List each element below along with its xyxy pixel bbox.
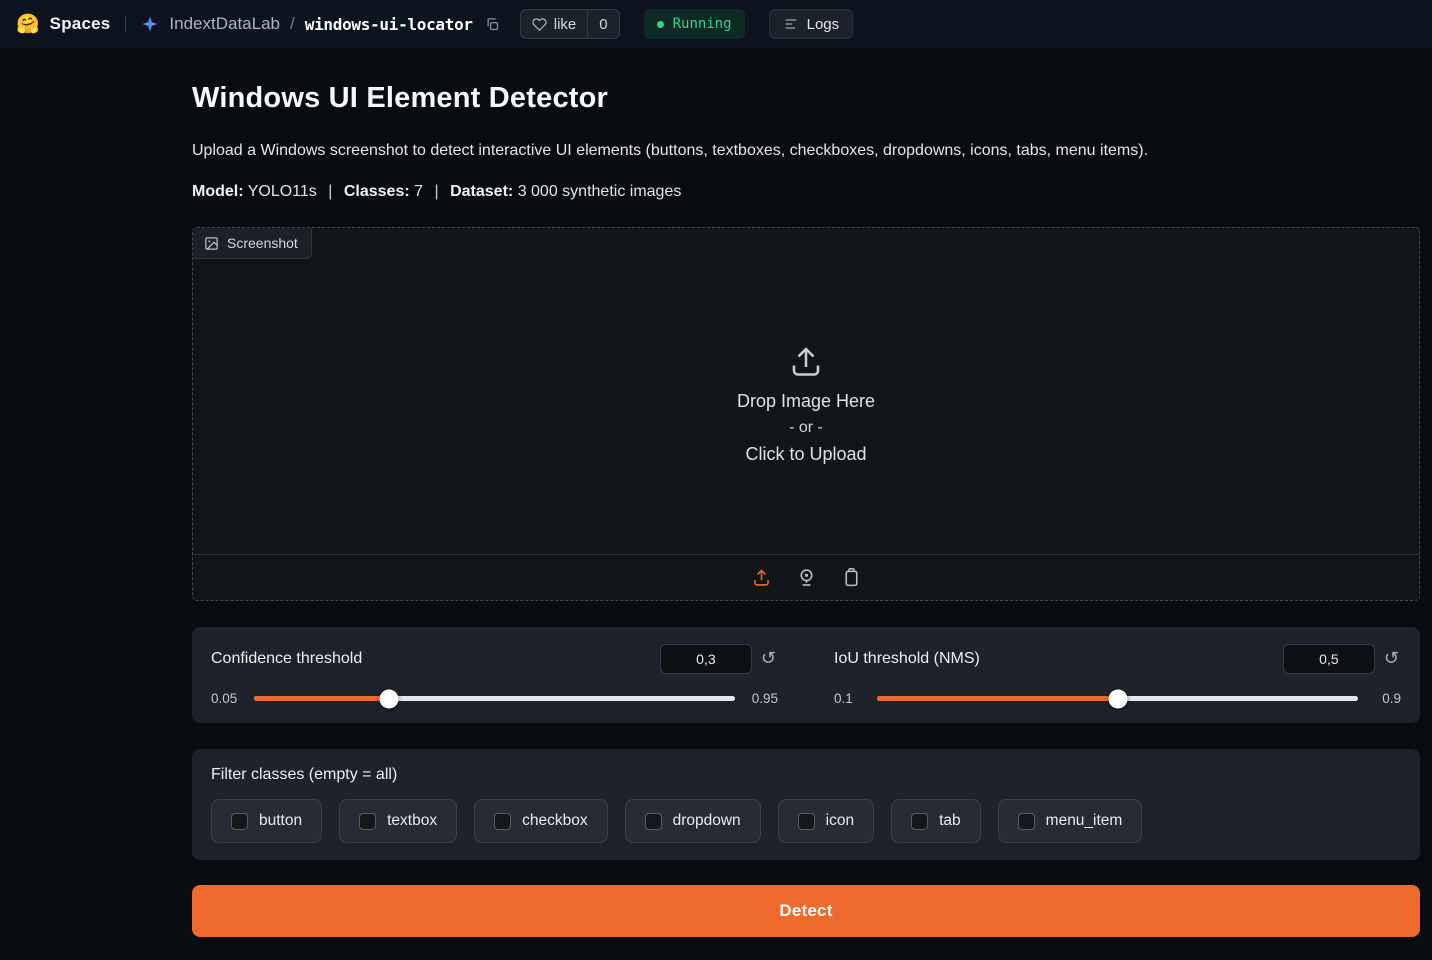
upload-dropzone[interactable]: Drop Image Here - or - Click to Upload (193, 228, 1419, 554)
confidence-max-label: 0.95 (751, 691, 778, 706)
checkbox-icon (231, 812, 248, 830)
main-content: Windows UI Element Detector Upload a Win… (192, 48, 1420, 937)
checkbox-icon (797, 812, 815, 830)
filter-option-dropdown[interactable]: dropdown (624, 799, 761, 843)
filter-option-label: menu_item (1045, 812, 1123, 829)
copy-icon[interactable] (483, 15, 502, 34)
reset-icon[interactable]: ↺ (759, 650, 778, 668)
drop-text: Drop Image Here (736, 391, 876, 411)
model-info-line: Model: YOLO11s | Classes: 7 | Dataset: 3… (192, 183, 1420, 201)
confidence-slider-block: Confidence threshold ↺ 0.05 0.95 (211, 644, 778, 708)
confidence-value-input[interactable] (659, 644, 752, 674)
slider-fill (877, 696, 1118, 701)
iou-max-label: 0.9 (1382, 691, 1401, 706)
filter-classes-label: Filter classes (empty = all) (211, 766, 398, 783)
meta-separator: | (434, 183, 439, 200)
spaces-brand-link[interactable]: Spaces (50, 14, 111, 34)
dataset-value: 3 000 synthetic images (517, 183, 682, 200)
checkbox-icon (644, 812, 662, 830)
confidence-slider-track[interactable] (254, 689, 735, 708)
filter-option-label: icon (825, 812, 855, 829)
filter-option-label: tab (939, 812, 961, 829)
model-value: YOLO11s (247, 183, 317, 200)
heart-icon (532, 17, 547, 32)
filter-classes-panel: Filter classes (empty = all) button text… (192, 749, 1420, 860)
header-divider (125, 16, 127, 32)
status-dot-icon (656, 20, 664, 28)
dataset-label: Dataset: (450, 183, 514, 200)
filter-option-label: dropdown (672, 812, 741, 829)
classes-value: 7 (414, 183, 424, 200)
status-label: Running (672, 16, 732, 32)
iou-min-label: 0.1 (834, 691, 853, 706)
path-separator: / (290, 14, 295, 33)
upload-icon (788, 343, 824, 379)
filter-option-checkbox[interactable]: checkbox (474, 799, 608, 843)
filter-option-button[interactable]: button (211, 799, 323, 843)
filter-option-textbox[interactable]: textbox (339, 799, 458, 843)
iou-slider-block: IoU threshold (NMS) ↺ 0.1 0.9 (834, 644, 1401, 708)
confidence-slider-handle[interactable] (379, 689, 399, 708)
filter-option-menu-item[interactable]: menu_item (997, 799, 1143, 843)
filter-option-label: textbox (387, 812, 438, 829)
org-link[interactable]: IndextDataLab (169, 14, 280, 34)
or-text: - or - (789, 419, 823, 436)
space-name-link[interactable]: windows-ui-locator (305, 15, 473, 34)
running-status-badge[interactable]: Running (643, 9, 745, 39)
iou-slider-handle[interactable] (1108, 689, 1127, 708)
like-widget: like 0 (519, 9, 620, 39)
confidence-min-label: 0.05 (211, 691, 238, 706)
slider-fill (254, 696, 389, 701)
upload-source-toolbar (193, 554, 1419, 600)
like-label: like (553, 15, 577, 33)
checkbox-icon (494, 812, 512, 830)
webcam-icon[interactable] (791, 563, 821, 593)
logs-button[interactable]: Logs (768, 9, 854, 39)
like-count[interactable]: 0 (587, 10, 618, 38)
confidence-slider-label: Confidence threshold (211, 650, 363, 667)
huggingface-logo[interactable]: 🤗 (16, 15, 40, 34)
checkbox-icon (911, 812, 929, 830)
page-description: Upload a Windows screenshot to detect in… (192, 142, 1149, 159)
logs-icon (783, 16, 799, 32)
page-title: Windows UI Element Detector (192, 82, 609, 114)
filter-options: button textbox checkbox dropdown icon ta… (211, 799, 1401, 843)
filter-option-tab[interactable]: tab (891, 799, 981, 843)
clipboard-paste-icon[interactable] (836, 563, 866, 593)
detect-button[interactable]: Detect (192, 885, 1420, 937)
checkbox-icon (1017, 812, 1035, 830)
thresholds-panel: Confidence threshold ↺ 0.05 0.95 IoU thr… (192, 627, 1420, 723)
iou-slider-label: IoU threshold (NMS) (834, 650, 980, 667)
logs-label: Logs (806, 15, 840, 33)
screenshot-upload-panel[interactable]: Screenshot Drop Image Here - or - Click … (192, 227, 1420, 601)
org-avatar-icon[interactable] (141, 15, 159, 33)
iou-slider-track[interactable] (877, 689, 1358, 708)
image-icon (204, 236, 219, 251)
checkbox-icon (359, 812, 377, 830)
iou-value-input[interactable] (1282, 644, 1375, 674)
meta-separator: | (328, 183, 333, 200)
upload-file-icon[interactable] (746, 563, 776, 593)
click-to-upload-text[interactable]: Click to Upload (745, 444, 866, 465)
upload-label-text: Screenshot (227, 235, 298, 251)
filter-option-icon[interactable]: icon (777, 799, 875, 843)
model-label: Model: (192, 183, 244, 200)
filter-option-label: checkbox (522, 812, 588, 829)
top-bar: 🤗 Spaces IndextDataLab / windows-ui-loca… (0, 0, 1432, 48)
reset-icon[interactable]: ↺ (1382, 650, 1401, 668)
filter-option-label: button (259, 812, 303, 829)
classes-label: Classes: (343, 183, 410, 200)
upload-label: Screenshot (193, 228, 312, 259)
like-button[interactable]: like (521, 10, 588, 38)
